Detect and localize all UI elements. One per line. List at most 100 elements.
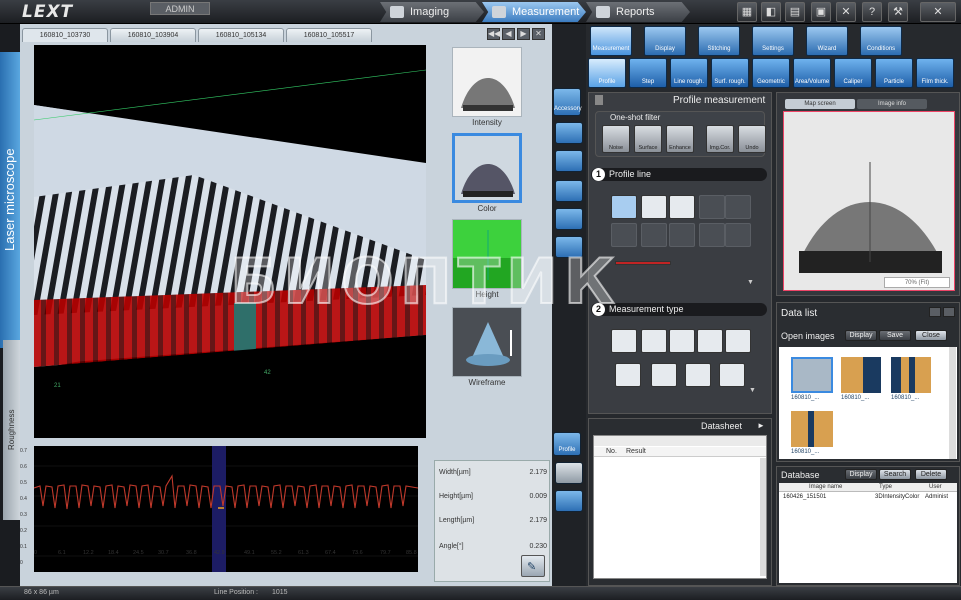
roughness-tab[interactable]: Roughness — [3, 340, 20, 520]
tab-image-info[interactable]: Image info — [857, 99, 927, 109]
line-disabled-button — [725, 223, 751, 247]
tab-map-screen[interactable]: Map screen — [785, 99, 855, 109]
edit-measure-button[interactable]: ✎ — [521, 555, 545, 577]
line-vertical-button[interactable] — [641, 195, 667, 219]
tool-caliper[interactable]: Caliper — [834, 58, 872, 88]
profile-toggle-button[interactable]: Profile — [553, 432, 581, 456]
display-button[interactable]: Display — [845, 330, 877, 341]
print-icon[interactable]: ▣ — [811, 2, 831, 22]
tool-film-thickness[interactable]: Film thick. — [916, 58, 954, 88]
rotate-button[interactable] — [555, 208, 583, 230]
datasheet-table[interactable]: No. Result — [593, 435, 767, 579]
stage-icon[interactable]: ◧ — [761, 2, 781, 22]
line-color-slider[interactable] — [615, 261, 671, 265]
left-strip: Laser microscope Roughness — [0, 24, 20, 600]
tool-geometric[interactable]: Geometric — [752, 58, 790, 88]
cat-measurement[interactable]: Measurement — [590, 26, 632, 56]
tools-icon[interactable]: ✕ — [836, 2, 856, 22]
image-tab[interactable]: 160810_105517 — [286, 28, 372, 42]
image-tab[interactable]: 160810_105134 — [198, 28, 284, 42]
tool-area-volume[interactable]: Area/Volume — [793, 58, 831, 88]
view-3d-alt-button[interactable] — [555, 150, 583, 172]
cat-conditions[interactable]: Conditions — [860, 26, 902, 56]
laser-microscope-tab[interactable]: Laser microscope — [0, 52, 20, 348]
line-disabled-button — [611, 223, 637, 247]
image-item[interactable] — [791, 357, 833, 393]
measure-length: Length[µm] 2.179 — [439, 517, 547, 524]
line-horizontal-button[interactable] — [611, 195, 637, 219]
filter-noise[interactable]: Noise — [602, 125, 630, 153]
filter-img-cor[interactable]: Img.Cor. — [706, 125, 734, 153]
tool-line-roughness[interactable]: Line rough. — [670, 58, 708, 88]
first-icon[interactable]: ◀◀ — [487, 28, 500, 40]
map-preview[interactable]: 70% (Fit) — [783, 111, 955, 291]
db-delete-button[interactable]: Delete — [915, 469, 947, 480]
filter-surface[interactable]: Surface — [634, 125, 662, 153]
filter-enhance[interactable]: Enhance — [666, 125, 694, 153]
scrollbar[interactable] — [949, 347, 956, 459]
save-button[interactable]: Save — [879, 330, 911, 341]
image-item[interactable] — [891, 357, 931, 393]
report-icon — [596, 6, 610, 18]
tab-measurement[interactable]: Measurement — [482, 2, 586, 22]
cat-wizard[interactable]: Wizard — [806, 26, 848, 56]
help-icon[interactable]: ? — [862, 2, 882, 22]
measure-width: Width[µm] 2.179 — [439, 469, 547, 476]
prev-icon[interactable]: ◀ — [502, 28, 515, 40]
up-icon[interactable] — [929, 307, 941, 317]
minimize-icon[interactable] — [943, 307, 955, 317]
type-angle-button[interactable] — [697, 329, 723, 353]
table-row[interactable]: 160426_151501 3DIntensityColor Administ — [779, 494, 957, 503]
cat-display[interactable]: Display — [644, 26, 686, 56]
type-line-button[interactable] — [725, 329, 751, 353]
close-image-icon[interactable]: ✕ — [532, 28, 545, 40]
tab-imaging[interactable]: Imaging — [380, 2, 484, 22]
expand-right-icon[interactable]: ► — [757, 421, 765, 430]
db-search-button[interactable]: Search — [879, 469, 911, 480]
tool-profile[interactable]: Profile — [588, 58, 626, 88]
layer-button[interactable] — [555, 490, 583, 512]
close-app-icon[interactable]: ✕ — [920, 2, 956, 22]
save-icon[interactable]: ▤ — [785, 2, 805, 22]
expand-icon[interactable]: ▼ — [749, 387, 756, 394]
filter-undo[interactable]: Undo — [738, 125, 766, 153]
wrench-icon[interactable]: ⚒ — [888, 2, 908, 22]
image-tab[interactable]: 160810_103730 — [22, 28, 108, 42]
type-area-button[interactable] — [641, 329, 667, 353]
db-display-button[interactable]: Display — [845, 469, 877, 480]
monitor-icon[interactable]: ▦ — [737, 2, 757, 22]
3d-view[interactable]: 21 42 — [34, 45, 426, 438]
tool-step[interactable]: Step — [629, 58, 667, 88]
type-peak-button[interactable] — [719, 363, 745, 387]
collapse-icon[interactable] — [595, 95, 603, 105]
type-step-button[interactable] — [611, 329, 637, 353]
scrollbar[interactable] — [760, 458, 766, 576]
datasheet-filter[interactable] — [594, 436, 766, 446]
view-3d-button[interactable] — [555, 122, 583, 144]
line-position-value: 1015 — [272, 589, 288, 596]
type-circle-button[interactable] — [669, 329, 695, 353]
image-item[interactable] — [791, 411, 833, 447]
accessory-button[interactable]: Accessory — [553, 88, 582, 116]
thumb-intensity[interactable] — [452, 47, 522, 117]
type-slope-button[interactable] — [615, 363, 641, 387]
image-tab[interactable]: 160810_103904 — [110, 28, 196, 42]
line-any-button[interactable] — [669, 195, 695, 219]
user-badge: ADMIN — [150, 2, 210, 15]
database-table[interactable]: Image name Type User 160426_151501 3DInt… — [779, 483, 957, 583]
thumb-color[interactable] — [452, 133, 522, 203]
type-diag-button[interactable] — [651, 363, 677, 387]
app-logo: LEXT — [22, 2, 74, 22]
cat-settings[interactable]: Settings — [752, 26, 794, 56]
chart-button[interactable] — [555, 462, 583, 484]
next-icon[interactable]: ▶ — [517, 28, 530, 40]
close-button[interactable]: Close — [915, 330, 947, 341]
tab-reports[interactable]: Reports — [586, 2, 690, 22]
type-cross-button[interactable] — [685, 363, 711, 387]
tilt-button[interactable] — [555, 180, 583, 202]
tool-surface-roughness[interactable]: Surf. rough. — [711, 58, 749, 88]
image-item[interactable] — [841, 357, 881, 393]
cat-stitching[interactable]: Stitching — [698, 26, 740, 56]
expand-icon[interactable]: ▼ — [747, 279, 754, 286]
tool-particle[interactable]: Particle — [875, 58, 913, 88]
